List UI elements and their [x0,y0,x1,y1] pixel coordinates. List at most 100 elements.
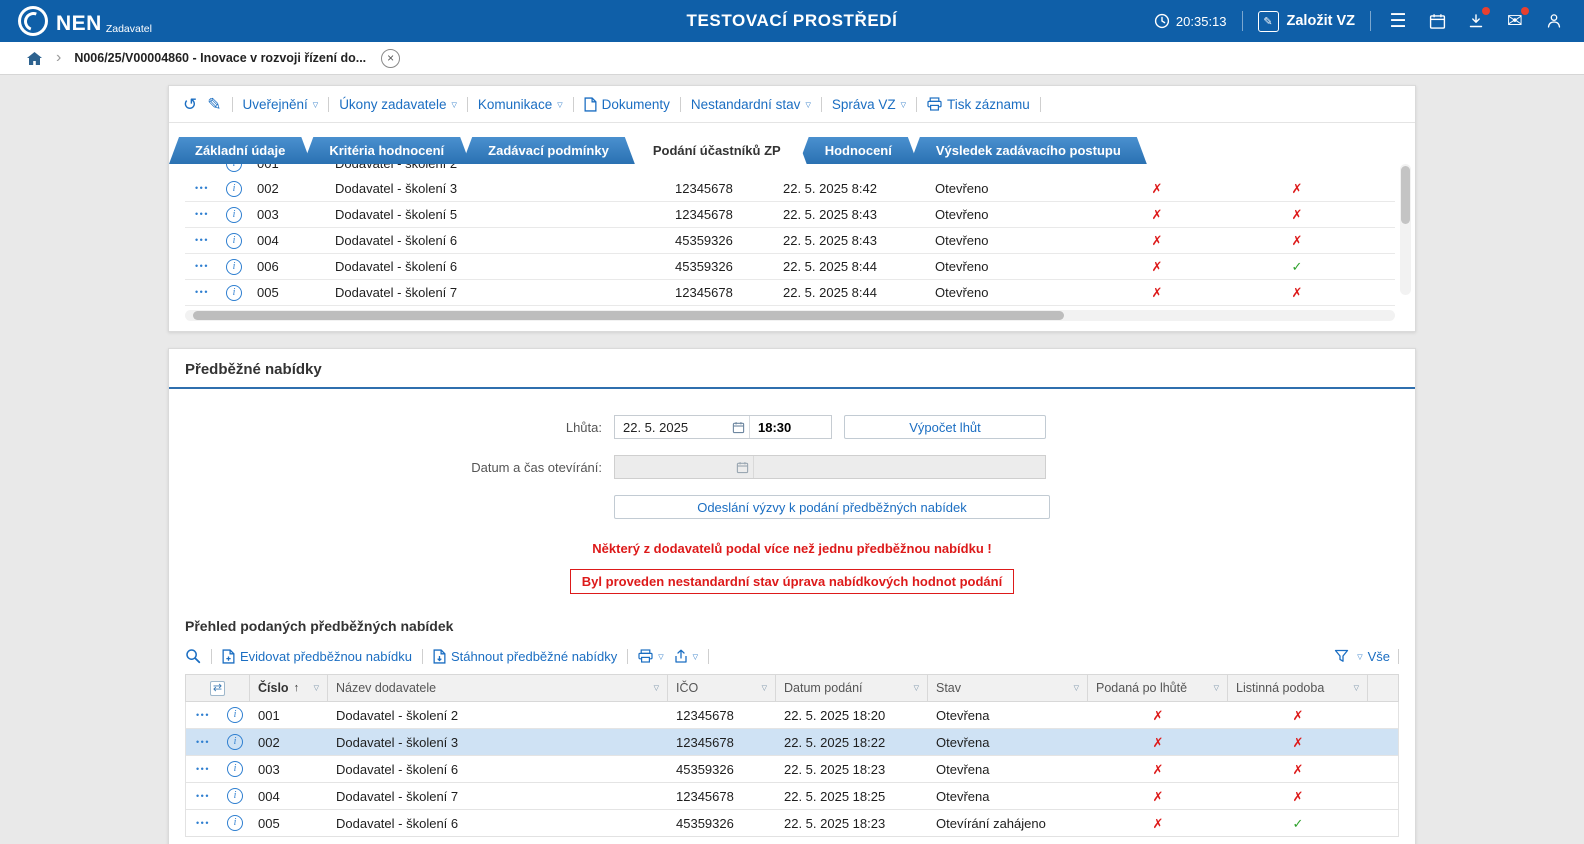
info-icon[interactable]: i [227,788,243,804]
search-icon[interactable] [185,648,201,664]
section-title: Předběžné nabídky [169,349,1415,389]
offer-row[interactable]: ••• i 001 Dodavatel - školení 2 12345678… [186,702,1398,729]
info-icon[interactable]: i [226,259,242,275]
print-record-button[interactable]: Tisk záznamu [927,97,1030,112]
header-podana-po-lhute[interactable]: Podaná po lhůtě▽ [1088,675,1228,701]
header-ico[interactable]: IČO▽ [668,675,776,701]
close-record-icon[interactable]: × [381,49,400,68]
kebab-menu-icon[interactable]: ••• [196,738,210,747]
offer-row[interactable]: ••• i 005 Dodavatel - školení 6 45359326… [186,810,1398,836]
download-icon[interactable] [1464,9,1488,33]
menu-icon[interactable]: ☰ [1386,9,1410,33]
submission-row[interactable]: ••• i 004 Dodavatel - školení 6 45359326… [185,228,1395,254]
filter-dropdown-icon[interactable]: ▽ [654,684,659,692]
header-stav[interactable]: Stav▽ [928,675,1088,701]
filter-dropdown-icon[interactable]: ▽ [1354,684,1359,692]
header-listinna-podoba[interactable]: Listinná podoba▽ [1228,675,1368,701]
send-invite-button[interactable]: Odeslání výzvy k podání předběžných nabí… [614,495,1050,519]
cell-late: ✗ [1088,736,1228,749]
cell-ico: 12345678 [667,285,775,300]
tab-kriteria-hodnoceni[interactable]: Kritéria hodnocení [303,137,470,164]
kebab-menu-icon[interactable]: ••• [195,288,209,297]
filter-dropdown-icon[interactable]: ▽ [1214,684,1219,692]
info-icon[interactable]: i [226,233,242,249]
tab-vysledek-zadavaciho-postupu[interactable]: Výsledek zadávacího postupu [910,137,1147,164]
info-icon[interactable]: i [226,207,242,223]
calendar-picker-icon[interactable] [727,421,749,434]
kebab-menu-icon[interactable]: ••• [195,236,209,245]
breadcrumb-item[interactable]: N006/25/V00004860 - Inovace v rozvoji ří… [74,51,366,65]
info-icon[interactable]: i [227,734,243,750]
filter-dropdown-icon[interactable]: ▽ [1074,684,1079,692]
cell-date: 22. 5. 2025 18:23 [776,816,928,831]
header-datum-podani[interactable]: Datum podání▽ [776,675,928,701]
info-icon[interactable]: i [227,815,243,831]
deadline-time-input[interactable]: 18:30 [749,416,831,438]
user-icon[interactable] [1542,9,1566,33]
menu-uverejneni[interactable]: Uveřejnění▽ [243,97,319,112]
header-nazev-dodavatele[interactable]: Název dodavatele▽ [328,675,668,701]
tab-hodnoceni[interactable]: Hodnocení [799,137,918,164]
menu-sprava-vz[interactable]: Správa VZ▽ [832,97,906,112]
info-icon[interactable]: i [226,285,242,301]
deadline-datetime-field[interactable]: 22. 5. 2025 18:30 [614,415,832,439]
menu-ukony-zadavatele[interactable]: Úkony zadavatele▽ [339,97,457,112]
kebab-menu-icon[interactable]: ••• [195,184,209,193]
kebab-menu-icon[interactable]: ••• [195,164,209,168]
register-offer-button[interactable]: Evidovat předběžnou nabídku [222,649,412,664]
menu-nestandardni-stav[interactable]: Nestandardní stav▽ [691,97,811,112]
filter-dropdown-icon[interactable]: ▽ [314,684,319,692]
header-cislo[interactable]: Číslo↑▽ [250,675,328,701]
mail-icon[interactable]: ✉ [1503,9,1527,33]
info-icon[interactable]: i [227,761,243,777]
vertical-scrollbar-thumb[interactable] [1401,166,1410,224]
view-filter-select[interactable]: ▽ Vše [1357,649,1390,664]
nen-logo[interactable] [18,6,48,36]
download-offers-button[interactable]: Stáhnout předběžné nabídky [433,649,617,664]
filter-dropdown-icon[interactable]: ▽ [914,684,919,692]
submission-row[interactable]: ••• i 006 Dodavatel - školení 6 45359326… [185,254,1395,280]
offer-row-selected[interactable]: ••• i 002 Dodavatel - školení 3 12345678… [186,729,1398,756]
offer-row[interactable]: ••• i 003 Dodavatel - školení 6 45359326… [186,756,1398,783]
tab-zakladni-udaje[interactable]: Základní údaje [169,137,311,164]
deadline-date-input[interactable]: 22. 5. 2025 [615,420,727,435]
calendar-icon[interactable] [1425,9,1449,33]
submission-row[interactable]: ••• i 001 Dodavatel - školení 2 [185,164,1395,176]
kebab-menu-icon[interactable]: ••• [196,765,210,774]
horizontal-scrollbar-thumb[interactable] [193,311,1064,320]
kebab-menu-icon[interactable]: ••• [195,262,209,271]
menu-komunikace[interactable]: Komunikace▽ [478,97,563,112]
info-icon[interactable]: i [227,707,243,723]
opening-label: Datum a čas otevírání: [169,460,614,475]
kebab-menu-icon[interactable]: ••• [196,792,210,801]
export-icon [674,649,688,664]
create-vz-button[interactable]: ✎ Založit VZ [1258,11,1355,32]
menu-dokumenty[interactable]: Dokumenty [584,97,670,112]
warning-text: Některý z dodavatelů podal více než jedn… [169,541,1415,556]
info-icon[interactable]: i [226,181,242,197]
column-chooser-cell[interactable]: ⇄ [186,675,250,701]
submission-row[interactable]: ••• i 002 Dodavatel - školení 3 12345678… [185,176,1395,202]
submission-row[interactable]: ••• i 003 Dodavatel - školení 5 12345678… [185,202,1395,228]
tab-zadavaci-podminky[interactable]: Zadávací podmínky [462,137,635,164]
filter-icon[interactable] [1334,649,1349,663]
row-info: i [220,734,250,750]
export-button[interactable]: ▽ [674,649,698,664]
edit-record-icon[interactable]: ✎ [207,96,221,113]
tab-podani-ucastniku-zp[interactable]: Podání účastníků ZP [627,137,807,164]
kebab-menu-icon[interactable]: ••• [196,711,210,720]
offer-row[interactable]: ••• i 004 Dodavatel - školení 7 12345678… [186,783,1398,810]
kebab-menu-icon[interactable]: ••• [195,210,209,219]
home-icon[interactable] [26,51,43,66]
history-back-icon[interactable]: ↺ [183,96,197,113]
kebab-menu-icon[interactable]: ••• [196,819,210,828]
submission-row[interactable]: ••• i 005 Dodavatel - školení 7 12345678… [185,280,1395,306]
print-offers-button[interactable]: ▽ [638,649,663,663]
vypocet-lhut-button[interactable]: Výpočet lhůt [844,415,1046,439]
offers-toolbar: Evidovat předběžnou nabídku Stáhnout pře… [185,640,1399,672]
column-chooser-icon[interactable]: ⇄ [210,681,225,696]
cell-date: 22. 5. 2025 8:43 [775,233,927,248]
cell-state: Otevřeno [927,233,1087,248]
info-icon[interactable]: i [226,164,242,172]
filter-dropdown-icon[interactable]: ▽ [762,684,767,692]
